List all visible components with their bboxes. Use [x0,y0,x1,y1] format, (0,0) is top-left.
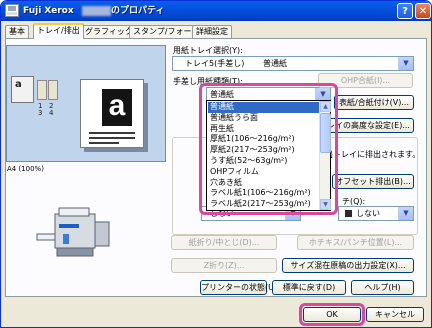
sample-letter-a: a [102,89,132,126]
scroll-thumb[interactable] [320,113,331,153]
chevron-down-icon[interactable]: ▼ [398,57,413,70]
printer-properties-dialog: Fuji Xerox のプロパティ ? ✕ 基本 トレイ/排出 グラフィックス … [0,0,432,328]
list-item-thin[interactable]: うす紙(52～63g/m²) [208,156,320,167]
print-preview: 1 2 3 4 a [6,45,166,162]
text-line [89,137,135,139]
list-item-plain-back[interactable]: 普通紙うら面 [208,113,320,124]
mixed-size-button[interactable]: サイズ混在原稿の出力設定(X)... [282,258,414,273]
staple-punch-button[interactable]: ホチキス/パンチ位置(L)... [297,235,414,250]
tab-basic[interactable]: 基本 [5,25,29,38]
tray-stack-icon [37,80,47,100]
tab-advanced[interactable]: 詳細設定 [192,25,232,38]
list-item-heavy2[interactable]: 厚紙2(217～253g/m²) [208,145,320,156]
tray-select-label: 用紙トレイ選択(Y): [173,46,243,55]
paper-type-value: 普通紙 [210,90,234,99]
mini-printer-icon [11,76,34,103]
help-title-button[interactable]: ? [397,3,413,19]
list-item-label1[interactable]: ラベル紙1(106～216g/m²) [208,188,320,199]
tray-number: 4 [49,109,54,117]
dropdown-scrollbar[interactable]: ▲ ▼ [319,101,331,210]
chevron-down-icon[interactable]: ▼ [398,207,413,220]
page-preview: a [80,79,144,148]
list-item-heavy1[interactable]: 厚紙1(106～216g/m²) [208,134,320,145]
close-button[interactable]: ✕ [415,3,431,19]
tab-tray-output[interactable]: トレイ/排出 [33,23,84,39]
printer-machine-icon [36,207,110,257]
option-icon [345,210,352,217]
window-title-suffix: のプロパティ [111,6,165,16]
paper-type-label: 手差し用紙種類(T): [173,77,243,86]
list-item-punched[interactable]: 穴あき紙 [208,178,320,189]
list-item-ohp[interactable]: OHPフィルム [208,167,320,178]
scroll-down-icon[interactable]: ▼ [320,199,331,210]
list-item-plain[interactable]: 普通紙 [208,102,320,113]
list-item-label2[interactable]: ラベル紙2(217～253g/m²) [208,199,320,210]
cover-sheet-button[interactable]: 表紙/合紙付け(V)... [334,95,414,110]
right-option-value: しない [356,209,380,218]
printer-status-button[interactable]: プリンターの状態(U) [200,280,277,295]
ok-button[interactable]: OK [303,307,361,322]
output-note: 排出トレイに排出されます。 [317,150,421,159]
tray-value: トレイ5(手差し) [185,59,245,68]
list-item-recycled[interactable]: 再生紙 [208,124,320,135]
fold-center-button[interactable]: 紙折り/中とじ(D)... [171,235,277,250]
right-option-combo[interactable]: しない ▼ [338,206,414,221]
text-line [89,142,119,144]
redacted-printer-name [82,6,111,16]
tray-paper-value: 普通紙 [263,59,287,68]
cancel-button[interactable]: キャンセル [366,307,424,322]
help-button[interactable]: ヘルプ(H) [351,280,414,295]
scroll-up-icon[interactable]: ▲ [320,101,331,112]
window-title-prefix: Fuji Xerox [23,6,74,16]
z-fold-button[interactable]: Z折り(Z)... [171,258,277,273]
printer-icon [5,4,19,17]
paper-type-dropdown-list[interactable]: 普通紙 普通紙うら面 再生紙 厚紙1(106～216g/m²) 厚紙2(217～… [206,100,331,211]
offset-output-button[interactable]: オフセット排出(B)... [332,174,414,189]
tray-number: 3 [38,109,43,117]
text-line [89,132,135,134]
title-bar[interactable]: Fuji Xerox のプロパティ ? ✕ [1,1,431,21]
tray-select-combo[interactable]: トレイ5(手差し) 普通紙 ▼ [172,56,414,71]
restore-defaults-button[interactable]: 標準に戻す(D) [272,280,346,295]
tray-stack-icon [48,80,58,100]
ohp-interleave-button[interactable]: OHP合紙(I)... [318,73,413,88]
paper-size-label: A4 (100%) [7,165,44,173]
